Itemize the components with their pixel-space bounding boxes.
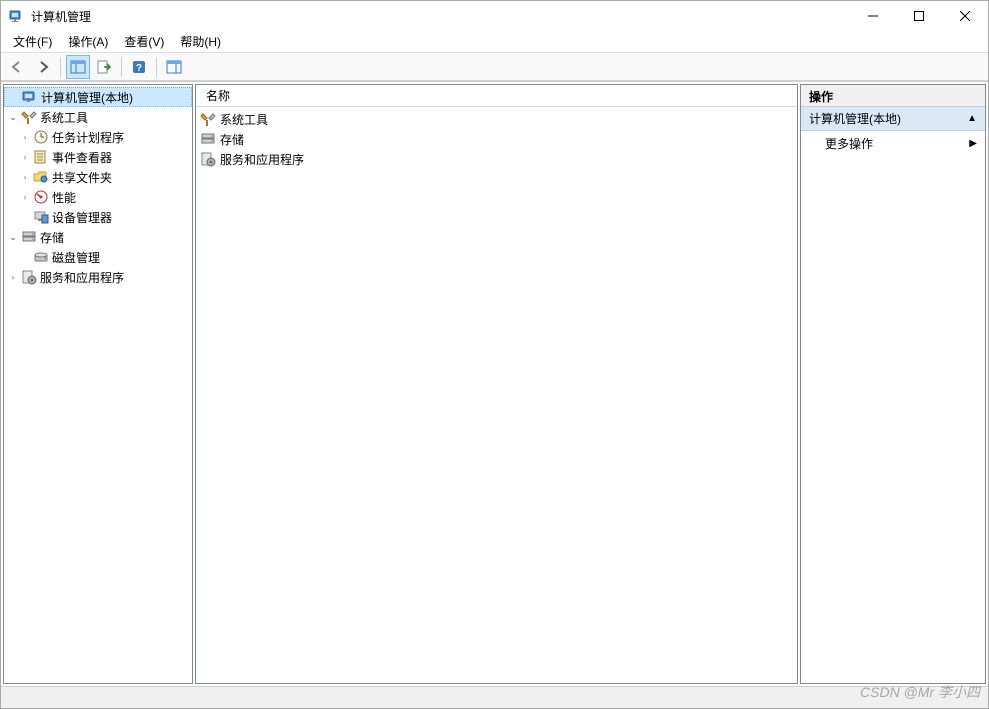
list-item-services-apps[interactable]: 服务和应用程序 <box>196 149 797 169</box>
list-item-label: 存储 <box>220 131 244 148</box>
tree-event-viewer-label: 事件查看器 <box>52 149 112 166</box>
back-button[interactable] <box>5 55 29 79</box>
services-icon <box>200 151 216 167</box>
actions-section-label: 计算机管理(本地) <box>809 110 901 127</box>
device-manager-icon <box>33 209 49 225</box>
expand-icon[interactable]: › <box>6 270 20 284</box>
tree-pane[interactable]: ▶ 计算机管理(本地) ⌄ 系统工具 › 任务计划程序 <box>3 84 193 684</box>
tree-services-apps-label: 服务和应用程序 <box>40 269 124 286</box>
list-item-system-tools[interactable]: 系统工具 <box>196 109 797 129</box>
maximize-button[interactable] <box>896 1 942 31</box>
app-icon <box>9 8 25 24</box>
tree-disk-management-label: 磁盘管理 <box>52 249 100 266</box>
show-hide-tree-button[interactable] <box>66 55 90 79</box>
minimize-button[interactable] <box>850 1 896 31</box>
expand-icon[interactable]: › <box>18 130 32 144</box>
clock-icon <box>33 129 49 145</box>
center-pane: 名称 系统工具 存储 <box>195 84 798 684</box>
list-item-label: 系统工具 <box>220 111 268 128</box>
list-body: 系统工具 存储 服务和应用程序 <box>196 107 797 683</box>
expand-icon[interactable]: › <box>18 190 32 204</box>
tree-device-manager[interactable]: › 设备管理器 <box>4 207 192 227</box>
svg-text:?: ? <box>136 63 142 74</box>
column-name[interactable]: 名称 <box>202 85 234 106</box>
show-hide-action-pane-button[interactable] <box>162 55 186 79</box>
storage-icon <box>21 229 37 245</box>
content-area: ▶ 计算机管理(本地) ⌄ 系统工具 › 任务计划程序 <box>1 81 988 686</box>
window-title: 计算机管理 <box>31 8 850 25</box>
titlebar: 计算机管理 <box>1 1 988 31</box>
tree-event-viewer[interactable]: › 事件查看器 <box>4 147 192 167</box>
collapse-icon[interactable]: ⌄ <box>6 110 20 124</box>
expand-icon[interactable]: › <box>18 170 32 184</box>
export-list-button[interactable] <box>92 55 116 79</box>
menu-file[interactable]: 文件(F) <box>5 31 60 52</box>
tree-device-manager-label: 设备管理器 <box>52 209 112 226</box>
tools-icon <box>21 109 37 125</box>
tree-storage-label: 存储 <box>40 229 64 246</box>
actions-header: 操作 <box>801 85 985 107</box>
tree-shared-folders[interactable]: › 共享文件夹 <box>4 167 192 187</box>
tree-system-tools[interactable]: ⌄ 系统工具 <box>4 107 192 127</box>
shared-folder-icon <box>33 169 49 185</box>
actions-more[interactable]: 更多操作 ▶ <box>801 131 985 156</box>
tree-task-scheduler-label: 任务计划程序 <box>52 129 124 146</box>
toolbar: ? <box>1 53 988 81</box>
tree-disk-management[interactable]: › 磁盘管理 <box>4 247 192 267</box>
statusbar <box>1 686 988 708</box>
performance-icon <box>33 189 49 205</box>
menu-view[interactable]: 查看(V) <box>116 31 172 52</box>
disk-icon <box>33 249 49 265</box>
actions-pane: 操作 计算机管理(本地) ▲ 更多操作 ▶ <box>800 84 986 684</box>
tree-root-label: 计算机管理(本地) <box>41 89 133 106</box>
tree-system-tools-label: 系统工具 <box>40 109 88 126</box>
actions-more-label: 更多操作 <box>825 135 873 152</box>
help-button[interactable]: ? <box>127 55 151 79</box>
services-icon <box>21 269 37 285</box>
event-log-icon <box>33 149 49 165</box>
tree-storage[interactable]: ⌄ 存储 <box>4 227 192 247</box>
menu-help[interactable]: 帮助(H) <box>172 31 229 52</box>
tree-performance-label: 性能 <box>52 189 76 206</box>
chevron-right-icon: ▶ <box>969 138 977 149</box>
close-button[interactable] <box>942 1 988 31</box>
list-item-storage[interactable]: 存储 <box>196 129 797 149</box>
toolbar-separator <box>60 57 61 77</box>
column-header[interactable]: 名称 <box>196 85 797 107</box>
tools-icon <box>200 111 216 127</box>
menubar: 文件(F) 操作(A) 查看(V) 帮助(H) <box>1 31 988 53</box>
menu-action[interactable]: 操作(A) <box>60 31 116 52</box>
tree-services-apps[interactable]: › 服务和应用程序 <box>4 267 192 287</box>
collapse-icon[interactable]: ⌄ <box>6 230 20 244</box>
computer-icon <box>22 89 38 105</box>
list-item-label: 服务和应用程序 <box>220 151 304 168</box>
actions-section-title[interactable]: 计算机管理(本地) ▲ <box>801 107 985 131</box>
tree-shared-folders-label: 共享文件夹 <box>52 169 112 186</box>
tree-root[interactable]: ▶ 计算机管理(本地) <box>4 87 192 107</box>
toolbar-separator <box>156 57 157 77</box>
toolbar-separator <box>121 57 122 77</box>
tree-performance[interactable]: › 性能 <box>4 187 192 207</box>
storage-icon <box>200 131 216 147</box>
collapse-icon[interactable]: ▲ <box>967 113 977 124</box>
tree-task-scheduler[interactable]: › 任务计划程序 <box>4 127 192 147</box>
forward-button[interactable] <box>31 55 55 79</box>
expand-icon[interactable]: › <box>18 150 32 164</box>
